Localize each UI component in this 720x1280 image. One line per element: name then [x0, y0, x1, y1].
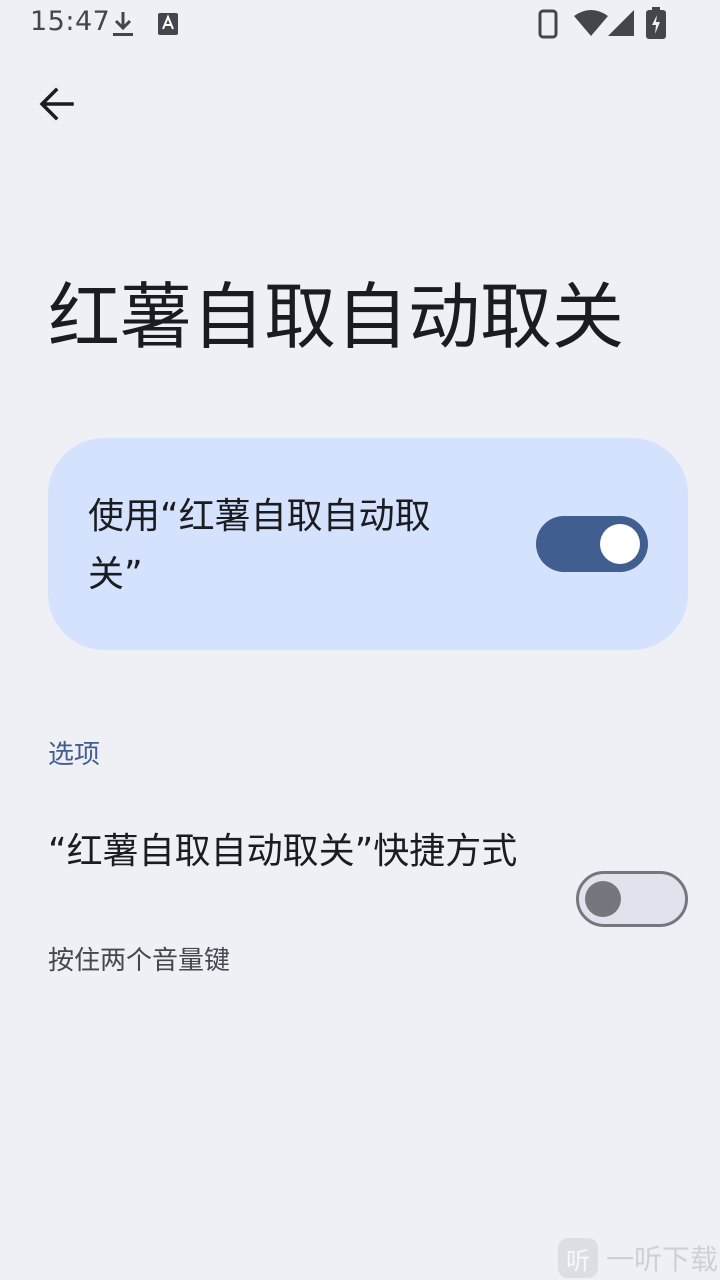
download-icon — [113, 12, 133, 36]
status-bar: 15:47 — [0, 0, 720, 48]
shortcut-toggle-switch[interactable] — [576, 871, 688, 927]
watermark-logo: 听 — [558, 1238, 598, 1278]
battery-charging-icon — [646, 7, 666, 39]
main-toggle-switch[interactable] — [536, 516, 648, 572]
switch-knob — [585, 881, 621, 917]
wifi-icon — [574, 10, 608, 36]
main-toggle-label: 使用“红薯自取自动取关” — [88, 496, 431, 595]
status-time: 15:47 — [30, 6, 111, 37]
watermark-text: 一听下载 — [606, 1243, 719, 1276]
a-notification-icon — [158, 13, 178, 35]
shortcut-setting-row[interactable]: “红薯自取自动取关”快捷方式 按住两个音量键 — [0, 820, 720, 990]
phone-icon — [538, 9, 558, 39]
back-button[interactable] — [24, 72, 88, 136]
watermark: 听 一听下载 — [558, 1236, 718, 1280]
switch-knob — [600, 524, 640, 564]
page-title: 红薯自取自动取关 — [48, 275, 625, 359]
arrow-back-icon — [39, 87, 74, 121]
shortcut-subtitle: 按住两个音量键 — [48, 946, 231, 976]
cell-signal-icon — [608, 10, 634, 36]
section-header-options: 选项 — [48, 740, 101, 770]
main-toggle-card[interactable]: 使用“红薯自取自动取关” — [48, 438, 688, 650]
shortcut-title: “红薯自取自动取关”快捷方式 — [48, 831, 518, 872]
